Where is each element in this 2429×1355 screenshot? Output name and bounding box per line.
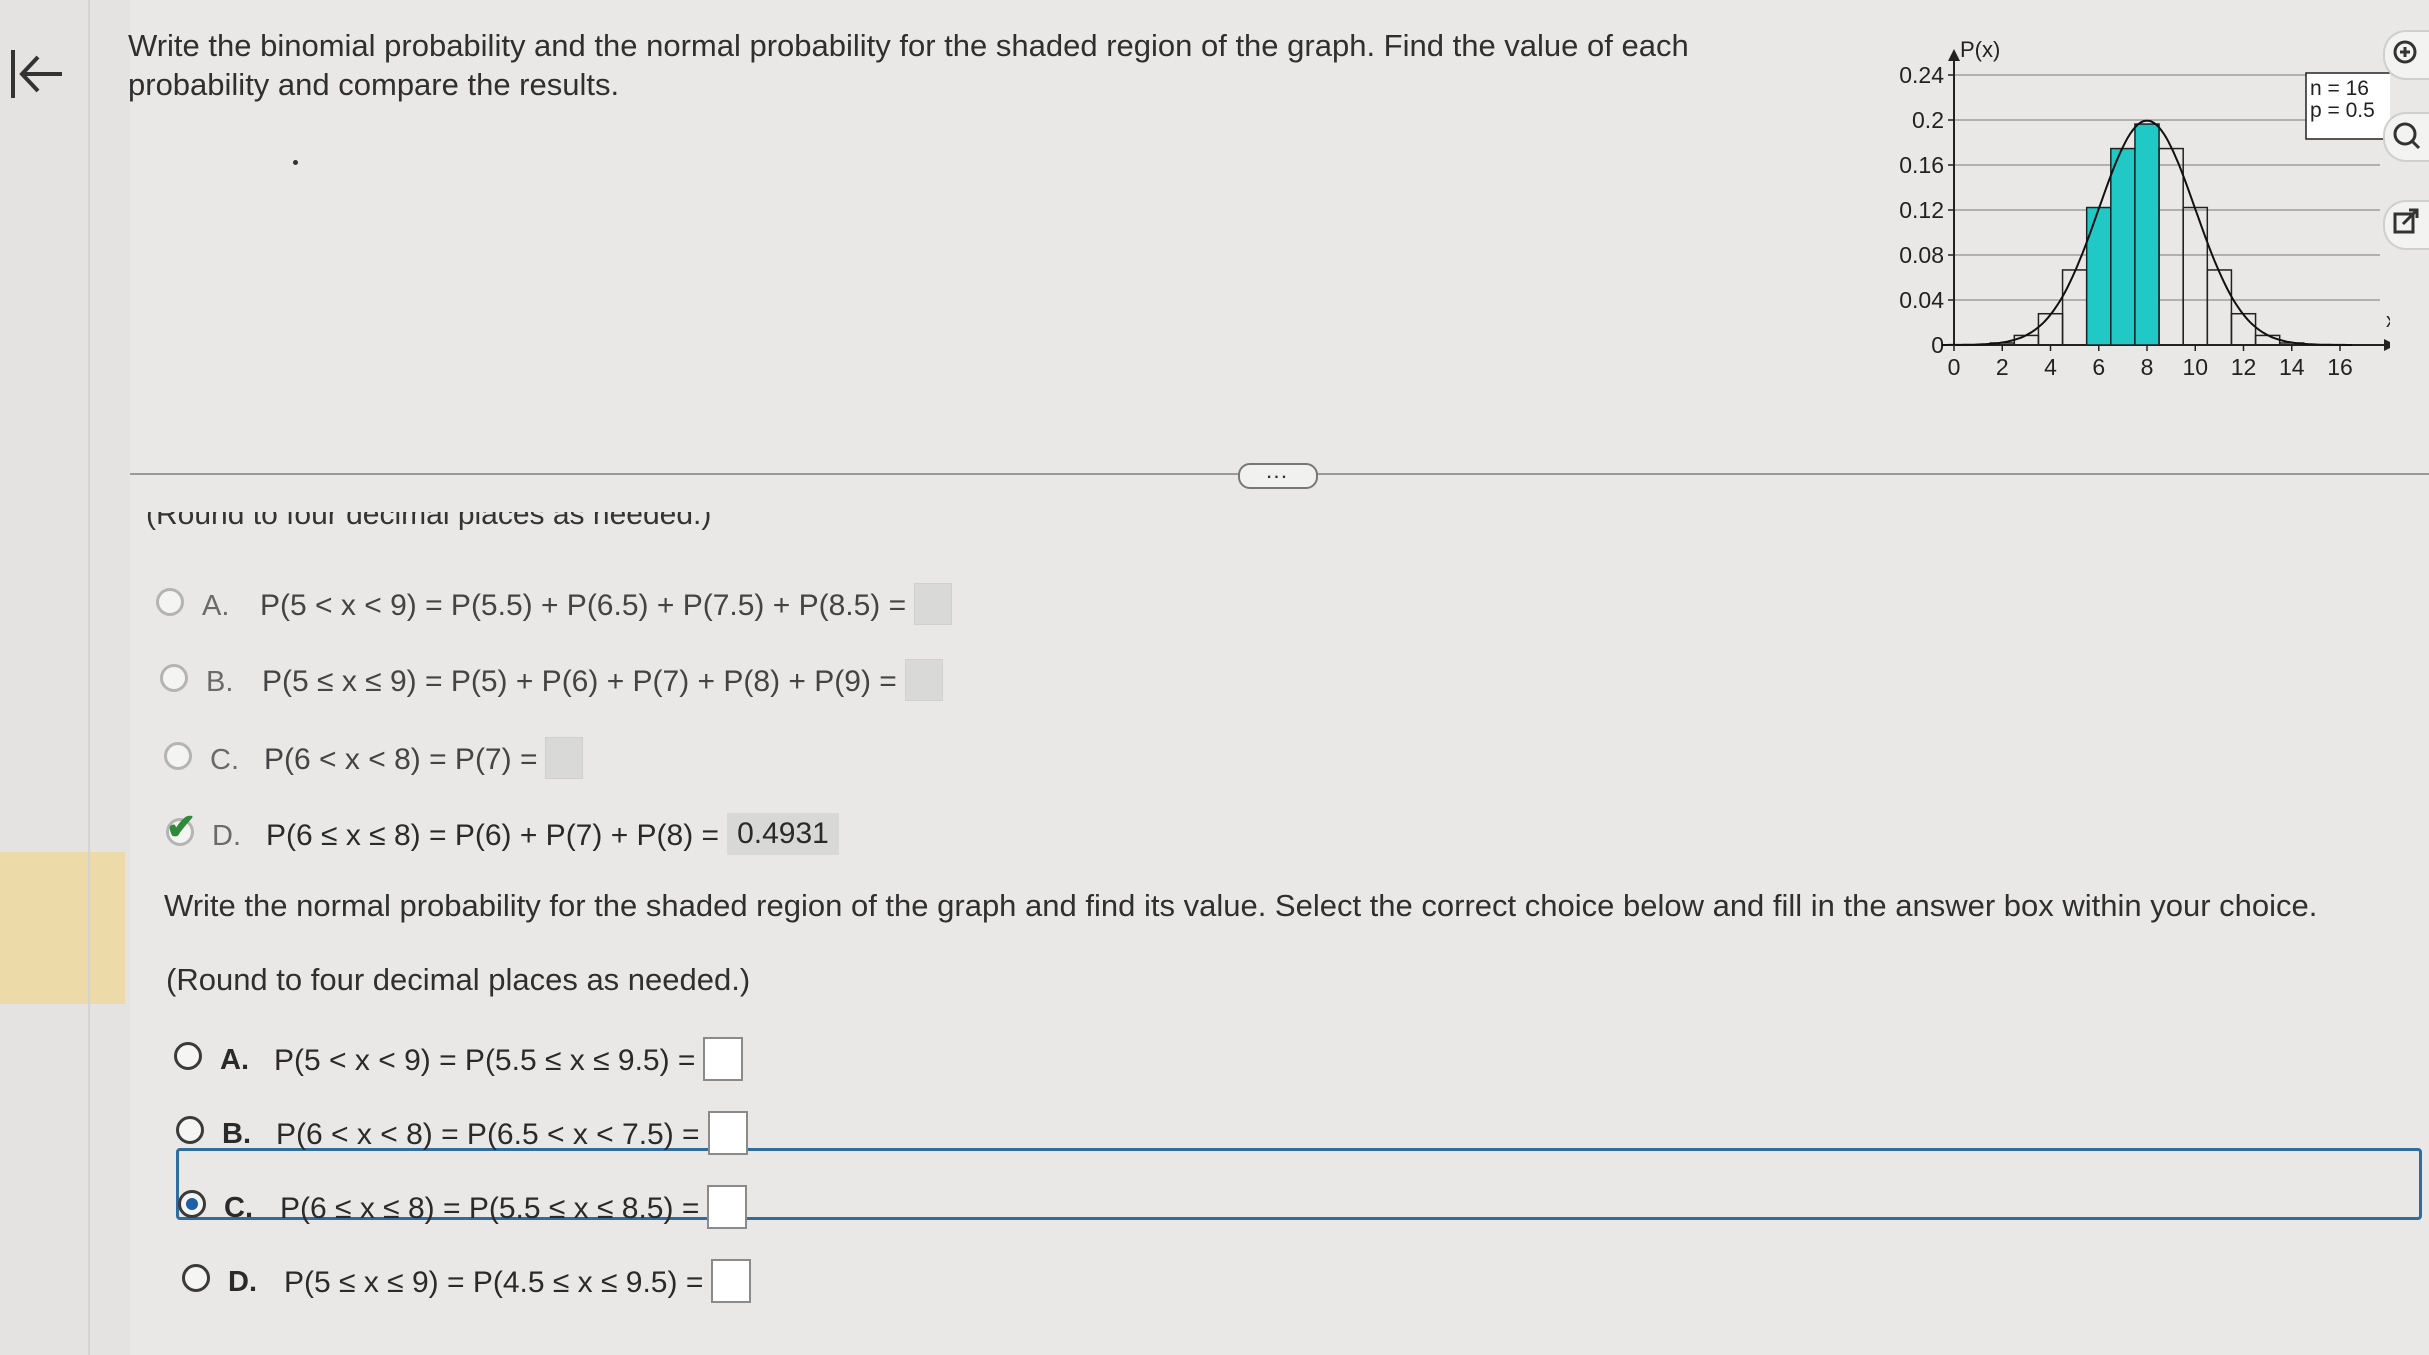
choice-expression: P(5 ≤ x ≤ 9) = P(5) + P(6) + P(7) + P(8)… [262,659,943,704]
zoom-in-button[interactable] [2383,30,2429,80]
bar [2085,206,2112,346]
x-tick-label: 2 [1996,354,2009,380]
x-tick-label: 12 [2231,354,2257,380]
x-tick-label: 14 [2279,354,2305,380]
choice-expression: P(5 < x < 9) = P(5.5 ≤ x ≤ 9.5) = [274,1037,744,1084]
bar [2230,312,2257,346]
zoom-in-icon [2393,40,2417,64]
x-tick-label: 0 [1948,354,1961,380]
y-tick-label: 0.16 [1899,152,1944,178]
x-axis-arrow [2384,339,2396,351]
bar [2182,206,2209,346]
radio-button[interactable] [156,588,184,616]
radio-button[interactable] [182,1264,210,1292]
y-tick-label: 0.04 [1899,287,1944,313]
y-axis-label: P(x) [1960,37,2000,62]
choice-expression: P(5 ≤ x ≤ 9) = P(4.5 ≤ x ≤ 9.5) = [284,1259,752,1306]
y-tick-label: 0.24 [1899,62,1944,88]
radio-button[interactable] [176,1116,204,1144]
rail-highlight [0,852,125,1004]
choice-letter: D. [228,1266,257,1298]
choice-letter: C. [210,744,239,776]
correct-check-icon: ✔ [166,806,197,847]
binomial-chart: 00.040.080.120.160.20.24P(x)x02468101214… [1870,25,2413,405]
answer-box[interactable] [904,659,943,701]
choice-letter: D. [212,820,241,852]
answer-value: 0.4931 [727,813,839,855]
back-arrow-icon [11,50,62,98]
answer-box[interactable] [545,737,584,779]
answer-box[interactable] [707,1111,748,1155]
choice-expression: P(6 ≤ x ≤ 8) = P(6) + P(7) + P(8) = 0.493… [266,813,839,858]
legend-entry: n = 16 [2310,77,2369,100]
bar [2061,269,2088,346]
popout-icon [2393,208,2419,234]
x-tick-label: 10 [2182,354,2208,380]
normal-prompt: Write the normal probability for the sha… [164,888,2318,923]
zoom-out-button[interactable] [2383,112,2429,162]
y-tick-label: 0.12 [1899,197,1944,223]
bar [2013,334,2040,346]
y-tick-label: 0.2 [1912,107,1944,133]
radio-button[interactable] [164,742,192,770]
legend-entry: p = 0.5 [2310,99,2375,122]
back-button[interactable] [8,45,66,103]
answer-box[interactable] [914,583,953,625]
x-tick-label: 6 [2092,354,2105,380]
popout-button[interactable] [2383,200,2429,250]
x-tick-label: 16 [2327,354,2353,380]
x-tick-label: 4 [2044,354,2057,380]
y-axis-arrow [1948,49,1960,61]
choice-letter: A. [202,590,230,622]
question-text: Write the binomial probability and the n… [128,28,1689,102]
rail-border [88,0,90,1355]
bar [2134,123,2160,346]
y-tick-label: 0.08 [1899,242,1944,268]
radio-button[interactable] [160,664,188,692]
cutoff-round-note: (Round to four decimal places as needed.… [146,512,712,531]
choice-expression: P(5 < x < 9) = P(5.5) + P(6.5) + P(7.5) … [260,583,953,628]
bar [2110,147,2136,346]
choice-letter: B. [206,666,234,698]
choice-letter: A. [220,1044,249,1076]
left-rail [0,0,130,1355]
x-axis-label: x [2386,310,2390,332]
answer-box[interactable] [711,1259,752,1303]
bar [2206,269,2233,346]
stray-dot [293,160,298,165]
choice-expression: P(6 < x < 8) = P(7) = [264,737,584,782]
bar [2158,147,2184,346]
zoom-out-icon [2393,122,2421,150]
choice-letter: C. [224,1192,253,1224]
bar [2037,312,2064,346]
bar [2254,334,2281,346]
choice-expression: P(6 ≤ x ≤ 8) = P(5.5 ≤ x ≤ 8.5) = [280,1185,748,1232]
choice-letter: B. [222,1118,251,1150]
chart-svg: 00.040.080.120.160.20.24P(x)x02468101214… [1899,37,2413,380]
x-tick-label: 8 [2141,354,2154,380]
choice-expression: P(6 < x < 8) = P(6.5 < x < 7.5) = [276,1111,748,1158]
expand-toggle-button[interactable]: ... [1238,463,1318,489]
radio-button-selected[interactable] [178,1190,206,1218]
answer-box[interactable] [703,1037,744,1081]
answer-box[interactable] [707,1185,748,1229]
radio-button[interactable] [174,1042,202,1070]
normal-round-note: (Round to four decimal places as needed.… [166,962,751,997]
